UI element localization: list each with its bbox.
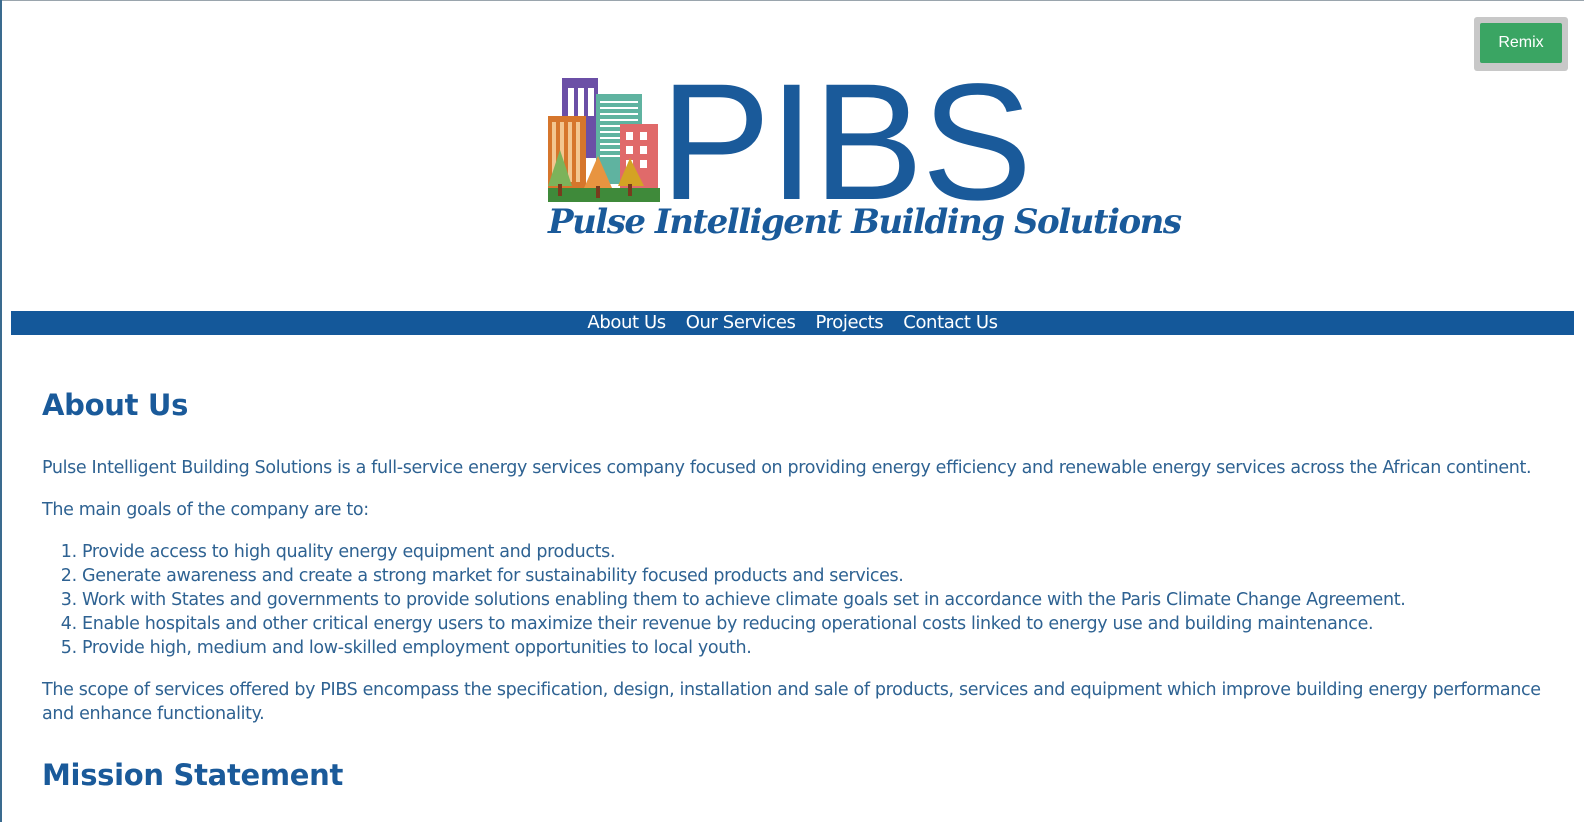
main-nav: About Us Our Services Projects Contact U… bbox=[11, 311, 1574, 335]
nav-projects[interactable]: Projects bbox=[816, 311, 884, 335]
goal-item: Provide high, medium and low-skilled emp… bbox=[82, 636, 1552, 660]
goals-intro: The main goals of the company are to: bbox=[42, 500, 369, 520]
nav-our-services[interactable]: Our Services bbox=[686, 311, 796, 335]
goals-list: Provide access to high quality energy eq… bbox=[42, 540, 1552, 660]
goal-item: Work with States and governments to prov… bbox=[82, 588, 1552, 612]
remix-button[interactable]: Remix bbox=[1480, 23, 1562, 63]
nav-about-us[interactable]: About Us bbox=[587, 311, 666, 335]
goal-item: Enable hospitals and other critical ener… bbox=[82, 612, 1552, 636]
window-top-border bbox=[0, 0, 1584, 1]
pibs-logo: PIBS Pulse Intelligent Building Solution… bbox=[548, 60, 1182, 260]
logo-tagline: Pulse Intelligent Building Solutions bbox=[548, 202, 1182, 242]
mission-heading: Mission Statement bbox=[42, 758, 344, 792]
main-content: About Us Pulse Intelligent Building Solu… bbox=[42, 388, 1552, 792]
about-heading: About Us bbox=[42, 388, 189, 422]
goal-item: Generate awareness and create a strong m… bbox=[82, 564, 1552, 588]
about-intro: Pulse Intelligent Building Solutions is … bbox=[42, 458, 1532, 478]
goal-item: Provide access to high quality energy eq… bbox=[82, 540, 1552, 564]
scope-paragraph: The scope of services offered by PIBS en… bbox=[42, 680, 1541, 724]
window-left-border bbox=[0, 0, 2, 822]
city-buildings-icon bbox=[548, 78, 660, 202]
nav-contact-us[interactable]: Contact Us bbox=[903, 311, 998, 335]
remix-button-frame: Remix bbox=[1474, 17, 1568, 71]
